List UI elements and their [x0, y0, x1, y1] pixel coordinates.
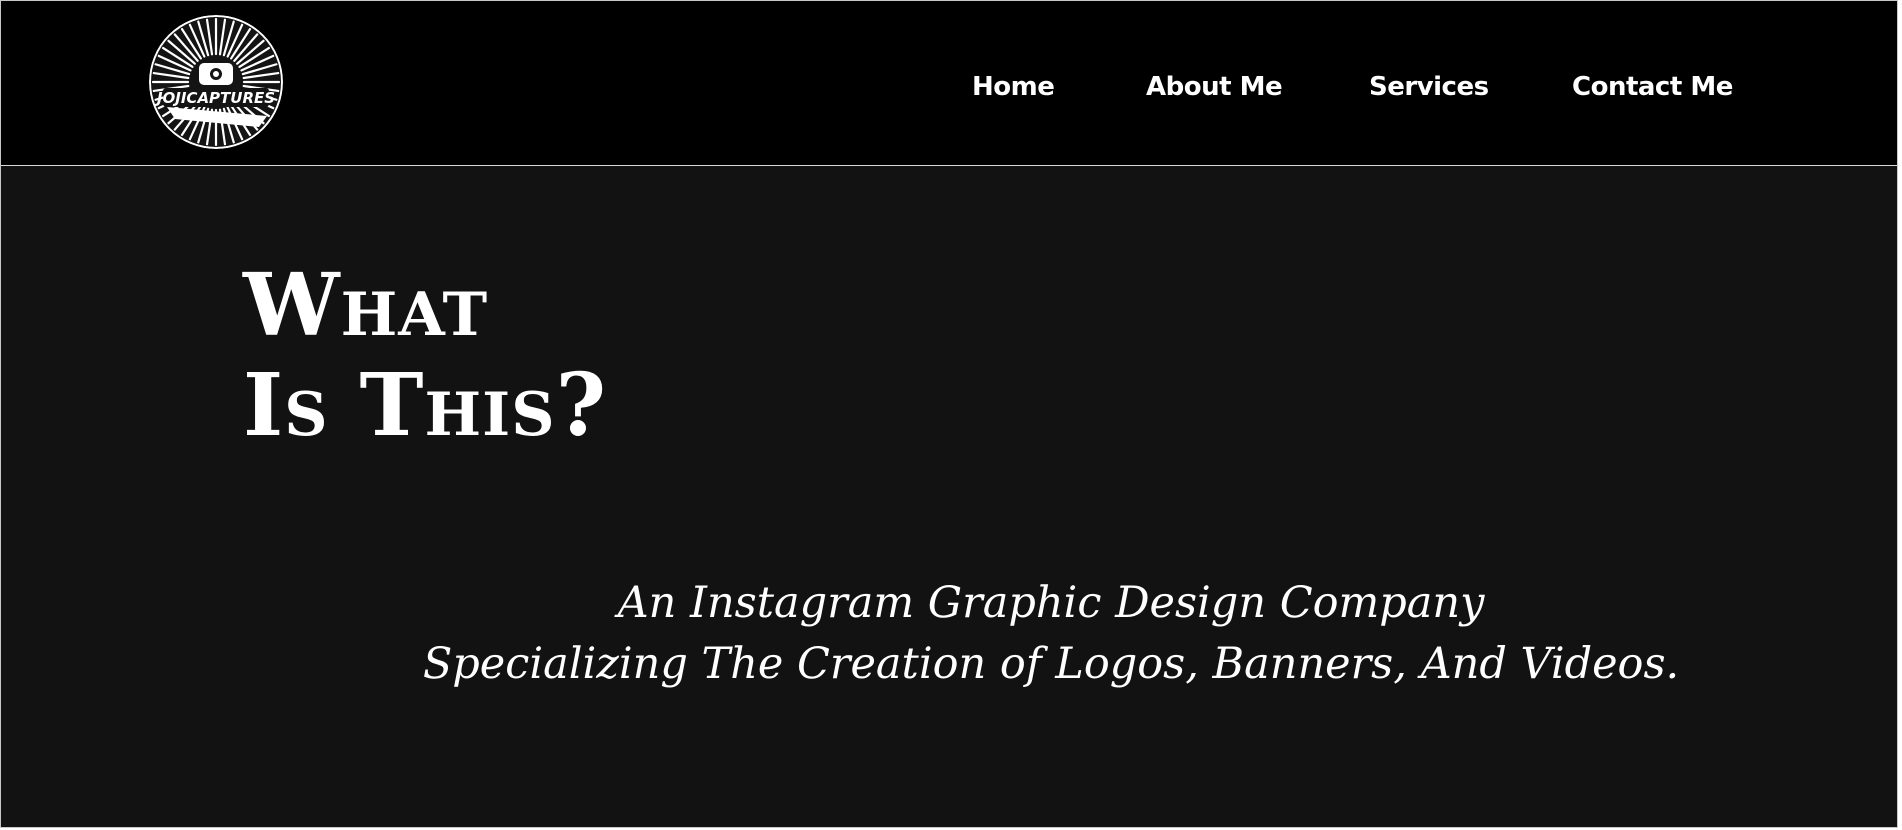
hero-tagline-line2: Specializing The Creation of Logos, Bann… — [422, 639, 1680, 689]
hero-title-line2: Is This? — [243, 355, 607, 456]
main-nav: Home About Me Services Contact Me — [1, 67, 1897, 107]
page: JOJICAPTURES Home About Me Services Cont… — [0, 0, 1898, 828]
site-header: JOJICAPTURES Home About Me Services Cont… — [1, 1, 1897, 166]
hero-title: What Is This? — [243, 256, 607, 456]
hero-tagline-line1: An Instagram Graphic Design Company — [617, 578, 1485, 628]
nav-contact-link[interactable]: Contact Me — [1572, 67, 1733, 107]
hero-tagline: An Instagram Graphic Design Company Spec… — [421, 573, 1681, 695]
nav-home-link[interactable]: Home — [972, 67, 1055, 107]
nav-services-link[interactable]: Services — [1369, 67, 1489, 107]
nav-about-link[interactable]: About Me — [1146, 67, 1283, 107]
hero-title-line1: What — [243, 255, 489, 356]
